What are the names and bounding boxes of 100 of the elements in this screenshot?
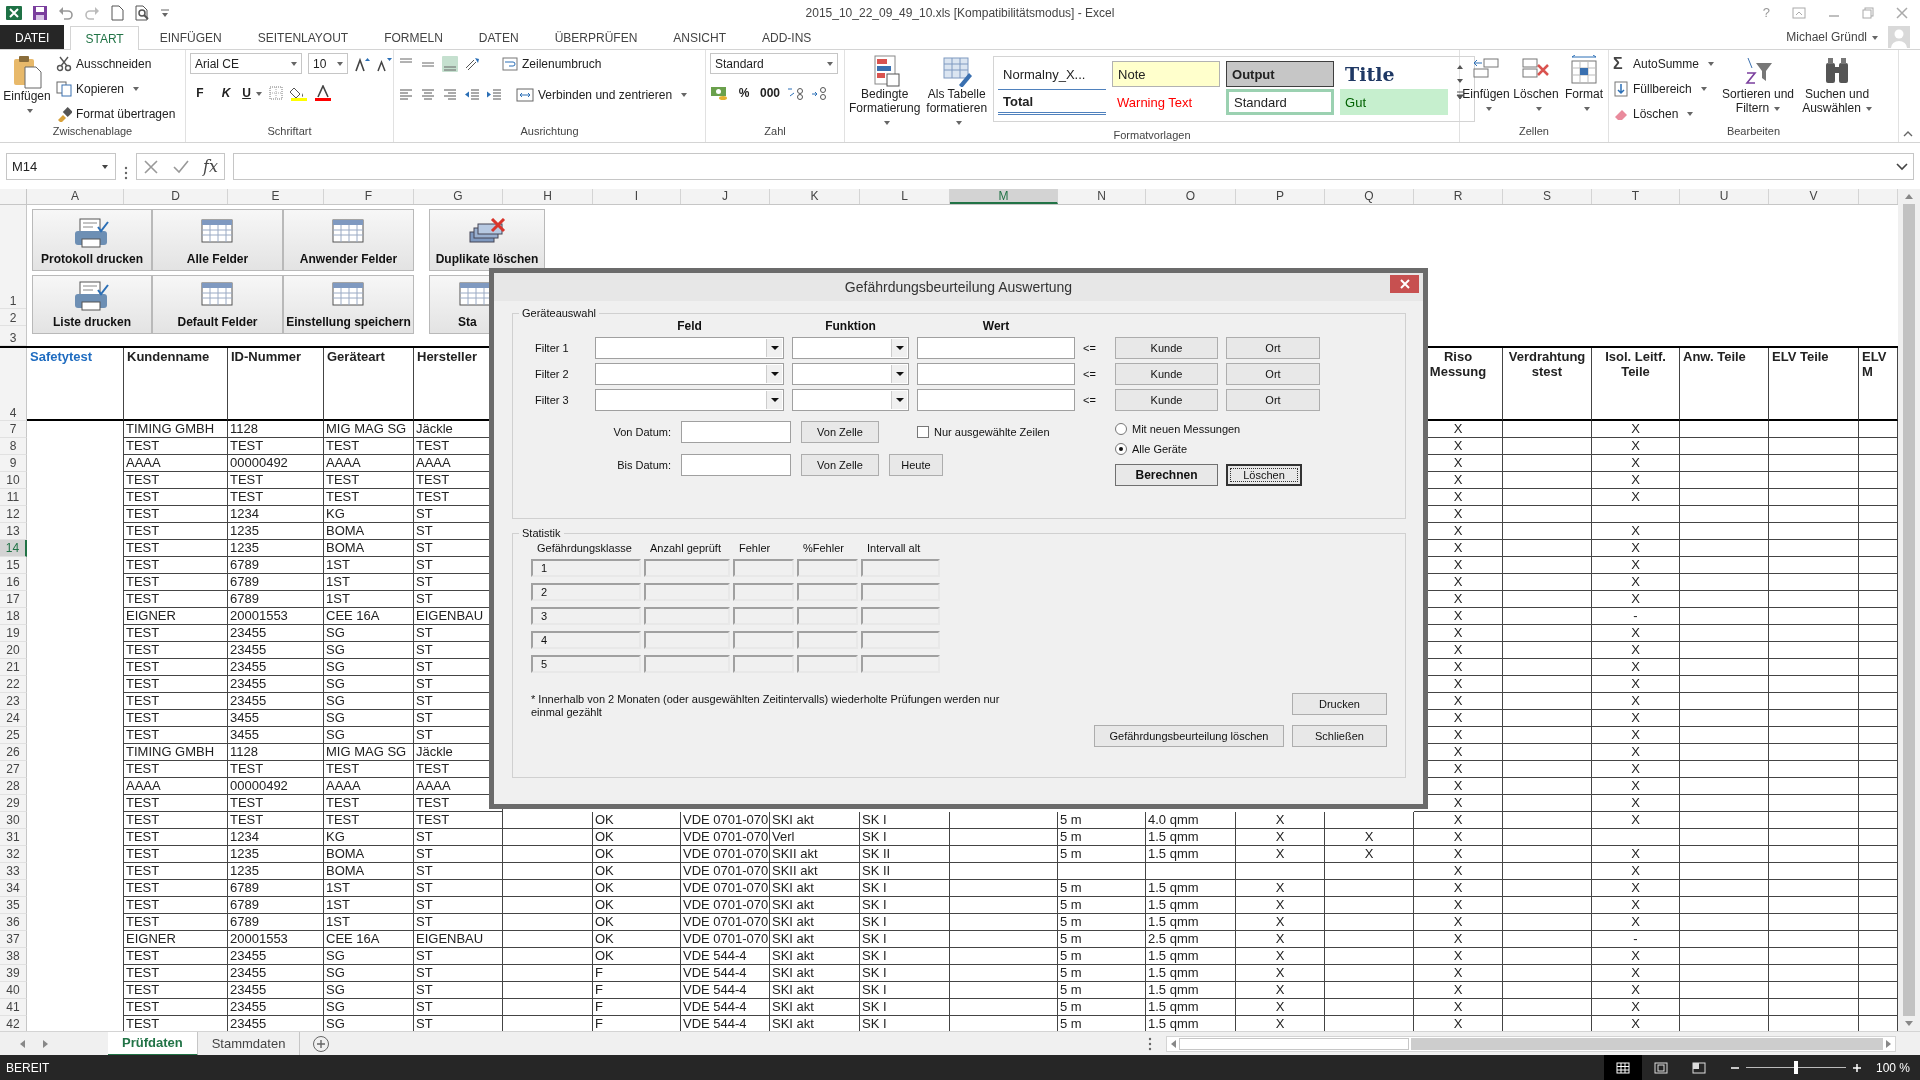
dialog-button[interactable]: Drucken bbox=[1292, 693, 1387, 715]
macro-button[interactable]: Alle Felder bbox=[152, 209, 283, 271]
autosum-button[interactable]: Σ AutoSumme bbox=[1613, 53, 1715, 75]
text-field[interactable] bbox=[917, 337, 1075, 359]
scroll-right-icon[interactable] bbox=[1885, 1038, 1893, 1049]
user-name[interactable]: Michael Gründl bbox=[1786, 30, 1878, 44]
ribbon-tab[interactable]: ADD-INS bbox=[747, 25, 827, 49]
macro-button[interactable]: Einstellung speichern bbox=[283, 275, 414, 334]
ribbon-tab[interactable]: SEITENLAYOUT bbox=[242, 25, 364, 49]
row-header[interactable]: 18 bbox=[0, 608, 27, 625]
row-header[interactable]: 2 bbox=[0, 309, 26, 326]
cells-button[interactable]: Einfügen bbox=[1464, 53, 1508, 125]
row-header[interactable]: 38 bbox=[0, 948, 27, 965]
dropdown-field[interactable] bbox=[595, 389, 784, 411]
cell-style[interactable]: Normalny_X... bbox=[998, 61, 1107, 87]
column-header[interactable]: K bbox=[770, 189, 860, 204]
insert-function-button[interactable]: fx bbox=[203, 157, 218, 176]
row-header[interactable]: 30 bbox=[0, 812, 27, 829]
dropdown-field[interactable] bbox=[792, 363, 909, 385]
date-field[interactable] bbox=[681, 421, 791, 443]
align-center-icon[interactable] bbox=[420, 87, 436, 103]
row-header[interactable]: 9 bbox=[0, 455, 27, 472]
macro-button[interactable]: Default Felder bbox=[152, 275, 283, 334]
conditional-formatting-button[interactable]: Bedingte Formatierung bbox=[849, 53, 921, 129]
dialog-button[interactable]: Kunde bbox=[1115, 389, 1218, 411]
grow-font-icon[interactable] bbox=[354, 55, 370, 72]
redo-icon[interactable] bbox=[84, 4, 100, 21]
row-header[interactable]: 39 bbox=[0, 965, 27, 982]
macro-button[interactable]: Anwender Felder bbox=[283, 209, 414, 271]
cell-style[interactable]: Title bbox=[1340, 61, 1449, 87]
ribbon-tab[interactable]: DATEN bbox=[463, 25, 534, 49]
scrollbar-thumb[interactable] bbox=[1903, 204, 1915, 1016]
clipboard-button[interactable]: Ausschneiden bbox=[56, 53, 176, 75]
text-field[interactable] bbox=[917, 389, 1075, 411]
wrap-text-button[interactable]: Zeilenumbruch bbox=[502, 53, 602, 75]
font-size-field[interactable]: 10 bbox=[308, 53, 348, 74]
row-header[interactable]: 4 bbox=[0, 348, 27, 421]
scroll-up-icon[interactable] bbox=[1904, 192, 1914, 200]
column-header[interactable]: H bbox=[503, 189, 593, 204]
italic-button[interactable]: K bbox=[216, 86, 236, 100]
row-header[interactable]: 14 bbox=[0, 540, 27, 557]
column-header[interactable]: O bbox=[1146, 189, 1236, 204]
decrease-decimal-icon[interactable] bbox=[810, 85, 828, 101]
dialog-button[interactable]: Schließen bbox=[1292, 725, 1387, 747]
dialog-button[interactable]: Heute bbox=[889, 454, 943, 476]
column-header[interactable]: N bbox=[1058, 189, 1146, 204]
date-field[interactable] bbox=[681, 454, 791, 476]
clear-button[interactable]: Löschen bbox=[1613, 103, 1715, 125]
row-header[interactable]: 34 bbox=[0, 880, 27, 897]
row-header[interactable]: 1 bbox=[0, 205, 26, 309]
row-header[interactable]: 20 bbox=[0, 642, 27, 659]
align-bottom-icon[interactable] bbox=[442, 56, 458, 72]
row-header[interactable]: 41 bbox=[0, 999, 27, 1016]
slider-thumb[interactable] bbox=[1793, 1061, 1798, 1074]
confirm-icon[interactable] bbox=[173, 158, 189, 175]
row-header[interactable]: 32 bbox=[0, 846, 27, 863]
customize-toolbar-icon[interactable] bbox=[160, 7, 170, 18]
column-header[interactable]: F bbox=[324, 189, 414, 204]
macro-button[interactable]: Protokoll drucken bbox=[32, 209, 152, 271]
row-header[interactable]: 35 bbox=[0, 897, 27, 914]
row-header[interactable]: 36 bbox=[0, 914, 27, 931]
row-header[interactable]: 13 bbox=[0, 523, 27, 540]
row-header[interactable]: 19 bbox=[0, 625, 27, 642]
close-button[interactable] bbox=[1390, 275, 1419, 293]
align-left-icon[interactable] bbox=[398, 87, 414, 103]
row-header[interactable]: 26 bbox=[0, 744, 27, 761]
macro-button[interactable]: Duplikate löschen bbox=[429, 209, 545, 271]
column-header[interactable]: T bbox=[1592, 189, 1680, 204]
column-header[interactable]: P bbox=[1236, 189, 1325, 204]
view-button[interactable] bbox=[1603, 1055, 1642, 1080]
ribbon-tab[interactable]: FORMELN bbox=[369, 25, 458, 49]
column-header[interactable]: A bbox=[27, 189, 124, 204]
row-header[interactable]: 7 bbox=[0, 421, 27, 438]
row-header[interactable]: 28 bbox=[0, 778, 27, 795]
column-header[interactable]: U bbox=[1680, 189, 1769, 204]
row-header[interactable]: 11 bbox=[0, 489, 27, 506]
row-header[interactable]: 21 bbox=[0, 659, 27, 676]
next-sheet-icon[interactable] bbox=[42, 1038, 50, 1049]
ribbon-display-icon[interactable] bbox=[1792, 6, 1806, 19]
save-icon[interactable] bbox=[32, 4, 48, 21]
column-header[interactable]: V bbox=[1769, 189, 1859, 204]
row-header[interactable]: 27 bbox=[0, 761, 27, 778]
dialog-button[interactable]: Ort bbox=[1226, 389, 1320, 411]
ribbon-tab[interactable]: EINFÜGEN bbox=[144, 25, 237, 49]
column-header[interactable]: Q bbox=[1325, 189, 1414, 204]
align-right-icon[interactable] bbox=[442, 87, 458, 103]
cell-style[interactable]: Output bbox=[1226, 61, 1335, 87]
file-tab[interactable]: DATEI bbox=[0, 25, 65, 49]
find-select-button[interactable]: Suchen und Auswählen bbox=[1802, 53, 1873, 125]
column-header[interactable]: E bbox=[228, 189, 324, 204]
increase-decimal-icon[interactable] bbox=[786, 85, 804, 101]
row-header[interactable]: 3 bbox=[0, 326, 26, 346]
percent-button[interactable]: % bbox=[734, 86, 754, 100]
ribbon-tab[interactable]: ANSICHT bbox=[658, 25, 741, 49]
dialog-button[interactable]: Kunde bbox=[1115, 363, 1218, 385]
scroll-left-icon[interactable] bbox=[1169, 1038, 1177, 1049]
row-header[interactable]: 12 bbox=[0, 506, 27, 523]
dialog-button[interactable]: Gefährdungsbeurteilung löschen bbox=[1094, 725, 1284, 747]
row-header[interactable]: 31 bbox=[0, 829, 27, 846]
decrease-indent-icon[interactable] bbox=[464, 87, 480, 103]
